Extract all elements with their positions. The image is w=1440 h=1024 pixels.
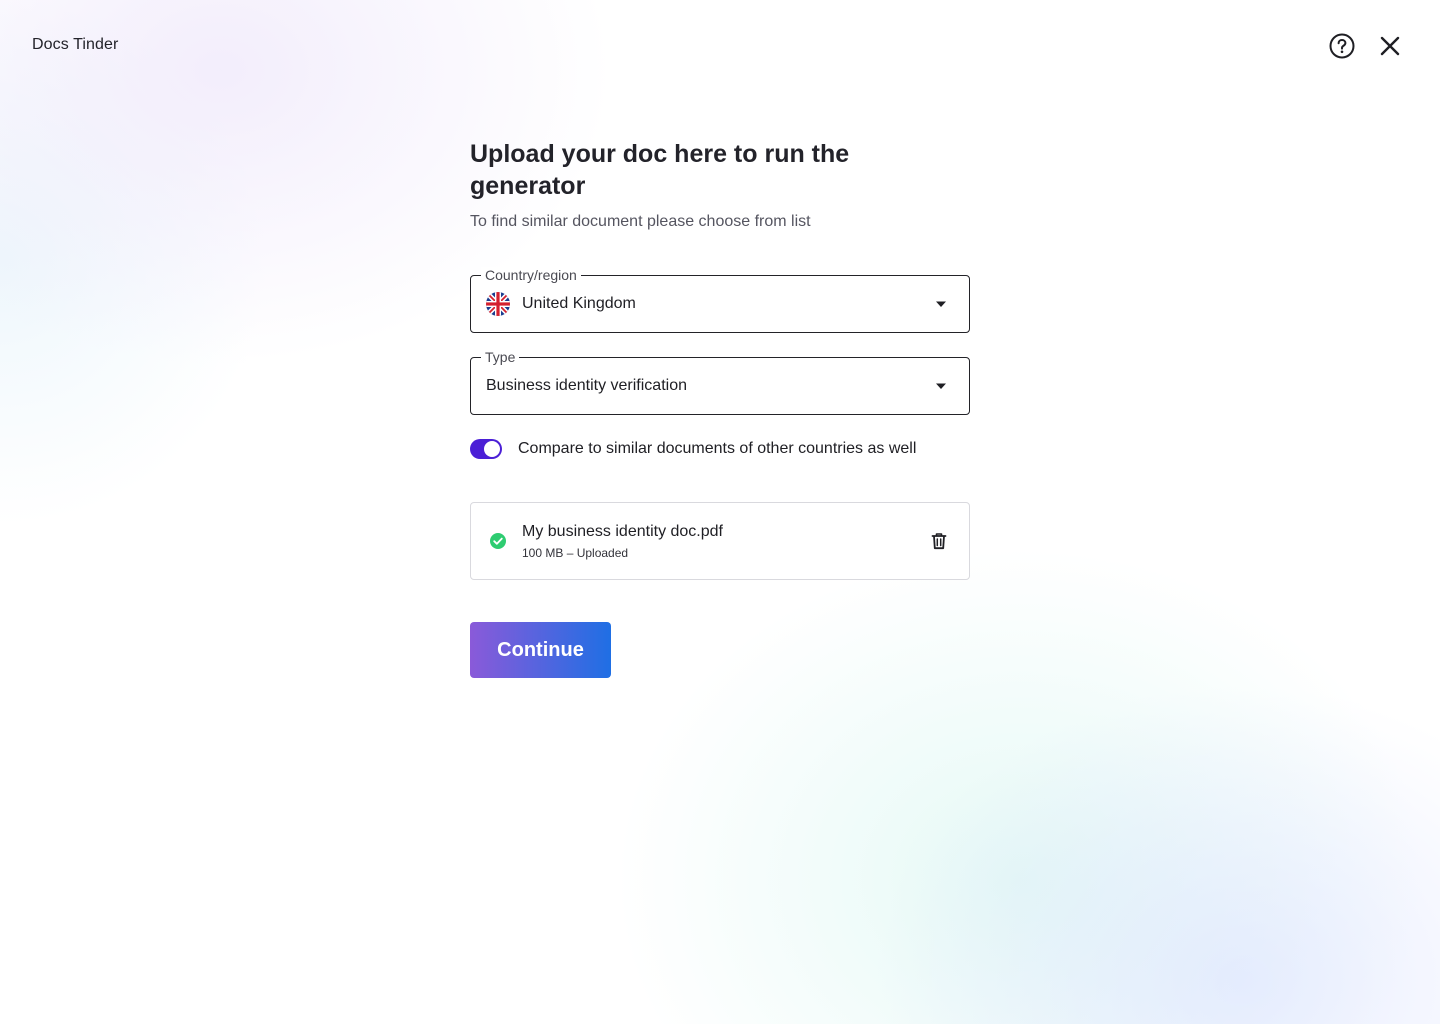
page-title: Upload your doc here to run the generato… [470,140,850,200]
upload-form: Upload your doc here to run the generato… [470,138,970,678]
compare-toggle-label: Compare to similar documents of other co… [518,440,917,457]
check-circle-icon [490,533,506,549]
continue-button[interactable]: Continue [470,622,611,678]
app-title: Docs Tinder [32,36,119,53]
compare-toggle-row: Compare to similar documents of other co… [470,439,970,459]
country-label: Country/region [481,267,581,283]
uploaded-file-card: My business identity doc.pdf 100 MB – Up… [470,502,970,580]
page-subtitle: To find similar document please choose f… [470,213,811,230]
top-actions [1328,32,1404,60]
trash-icon[interactable] [927,529,951,553]
type-select[interactable]: Type Business identity verification [470,349,970,415]
toggle-knob [484,441,500,457]
type-value: Business identity verification [486,377,687,394]
compare-toggle[interactable] [470,439,502,459]
file-meta: 100 MB – Uploaded [522,545,629,560]
type-label: Type [481,349,520,365]
chevron-down-icon [936,383,946,389]
file-info: My business identity doc.pdf 100 MB – Up… [522,523,927,560]
help-icon[interactable] [1328,32,1356,60]
country-select[interactable]: Country/region United Kingdom [470,267,970,333]
uk-flag-icon [486,292,510,316]
country-value: United Kingdom [522,295,636,312]
chevron-down-icon [936,301,946,307]
close-icon[interactable] [1376,32,1404,60]
file-name: My business identity doc.pdf [522,522,723,540]
